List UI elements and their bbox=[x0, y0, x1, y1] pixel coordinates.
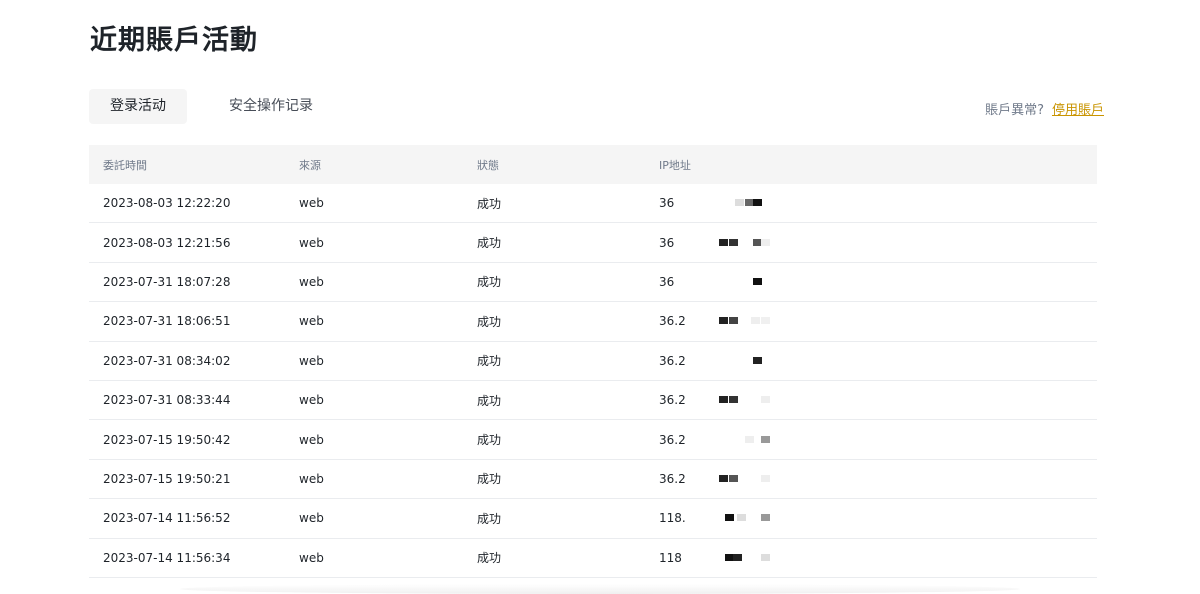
ip-value: 36.2 bbox=[659, 389, 770, 412]
ip-visible-text: 36.2 bbox=[659, 471, 686, 486]
ip-value: 36 bbox=[659, 270, 762, 293]
header-source: 來源 bbox=[299, 158, 321, 172]
ip-value: 36 bbox=[659, 192, 762, 215]
table-row: 2023-07-14 11:56:34 web 成功 118 bbox=[89, 538, 1097, 578]
row-ip: 36.2 bbox=[645, 459, 1097, 500]
ip-visible-text: 118. bbox=[659, 511, 686, 526]
ip-value: 118 bbox=[659, 546, 770, 569]
row-status: 成功 bbox=[463, 301, 645, 342]
ip-value: 118. bbox=[659, 507, 770, 530]
bottom-shadow bbox=[180, 584, 1020, 594]
row-time: 2023-08-03 12:21:56 bbox=[89, 222, 285, 263]
ip-visible-text: 36.2 bbox=[659, 393, 686, 408]
row-ip: 36 bbox=[645, 222, 1097, 263]
row-source: web bbox=[285, 301, 463, 342]
table-body: 2023-08-03 12:22:20 web 成功 36 2023-08-03 12:… bbox=[89, 184, 1097, 578]
row-status: 成功 bbox=[463, 262, 645, 303]
row-time: 2023-08-03 12:22:20 bbox=[89, 184, 285, 224]
row-ip: 118. bbox=[645, 498, 1097, 539]
row-source: web bbox=[285, 262, 463, 303]
table-row: 2023-08-03 12:21:56 web 成功 36 bbox=[89, 222, 1097, 263]
ip-value: 36.2 bbox=[659, 349, 762, 372]
header-status: 狀態 bbox=[477, 158, 499, 172]
row-source: web bbox=[285, 459, 463, 500]
header-time: 委託時間 bbox=[103, 158, 147, 172]
table-row: 2023-08-03 12:22:20 web 成功 36 bbox=[89, 184, 1097, 224]
table-row: 2023-07-31 08:34:02 web 成功 36.2 bbox=[89, 341, 1097, 381]
ip-visible-text: 118 bbox=[659, 550, 682, 565]
row-ip: 36.2 bbox=[645, 301, 1097, 342]
row-status: 成功 bbox=[463, 538, 645, 578]
ip-redaction-mask bbox=[689, 467, 770, 490]
tab-bar: 登录活动 安全操作记录 bbox=[89, 89, 313, 124]
row-time: 2023-07-31 08:33:44 bbox=[89, 380, 285, 421]
row-source: web bbox=[285, 184, 463, 224]
row-status: 成功 bbox=[463, 498, 645, 539]
ip-redaction-mask bbox=[689, 310, 770, 333]
table-row: 2023-07-31 18:07:28 web 成功 36 bbox=[89, 262, 1097, 303]
table-row: 2023-07-15 19:50:21 web 成功 36.2 bbox=[89, 459, 1097, 500]
row-source: web bbox=[285, 380, 463, 421]
ip-redaction-mask bbox=[689, 507, 770, 530]
row-ip: 36.2 bbox=[645, 341, 1097, 381]
table-header-row: 委託時間 來源 狀態 IP地址 bbox=[89, 145, 1097, 184]
table-row: 2023-07-31 18:06:51 web 成功 36.2 bbox=[89, 301, 1097, 342]
ip-redaction-mask bbox=[689, 231, 770, 254]
row-ip: 36.2 bbox=[645, 380, 1097, 421]
ip-value: 36.2 bbox=[659, 310, 770, 333]
row-status: 成功 bbox=[463, 184, 645, 224]
ip-value: 36.2 bbox=[659, 467, 770, 490]
ip-visible-text: 36.2 bbox=[659, 353, 686, 368]
table-row: 2023-07-15 19:50:42 web 成功 36.2 bbox=[89, 419, 1097, 460]
row-ip: 118 bbox=[645, 538, 1097, 578]
row-time: 2023-07-31 18:07:28 bbox=[89, 262, 285, 303]
activity-table: 委託時間 來源 狀態 IP地址 2023-08-03 12:22:20 web 成功… bbox=[89, 145, 1097, 578]
row-time: 2023-07-14 11:56:34 bbox=[89, 538, 285, 578]
row-source: web bbox=[285, 498, 463, 539]
row-source: web bbox=[285, 341, 463, 381]
table-row: 2023-07-14 11:56:52 web 成功 118. bbox=[89, 498, 1097, 539]
table-row: 2023-07-31 08:33:44 web 成功 36.2 bbox=[89, 380, 1097, 421]
row-ip: 36.2 bbox=[645, 419, 1097, 460]
ip-redaction-mask bbox=[689, 546, 770, 569]
row-ip: 36 bbox=[645, 262, 1097, 303]
ip-visible-text: 36.2 bbox=[659, 314, 686, 329]
ip-visible-text: 36 bbox=[659, 274, 675, 289]
row-time: 2023-07-14 11:56:52 bbox=[89, 498, 285, 539]
row-status: 成功 bbox=[463, 419, 645, 460]
row-status: 成功 bbox=[463, 380, 645, 421]
row-time: 2023-07-15 19:50:21 bbox=[89, 459, 285, 500]
ip-redaction-mask bbox=[689, 192, 762, 215]
anomaly-prompt: 賬戶異常? bbox=[985, 103, 1044, 118]
row-status: 成功 bbox=[463, 222, 645, 263]
row-time: 2023-07-31 08:34:02 bbox=[89, 341, 285, 381]
ip-redaction-mask bbox=[689, 349, 762, 372]
account-anomaly: 賬戶異常? 停用賬戶 bbox=[985, 99, 1104, 118]
header-ip: IP地址 bbox=[659, 158, 691, 172]
ip-visible-text: 36.2 bbox=[659, 432, 686, 447]
row-source: web bbox=[285, 538, 463, 578]
row-source: web bbox=[285, 222, 463, 263]
page-title: 近期賬戶活動 bbox=[90, 25, 258, 56]
row-time: 2023-07-31 18:06:51 bbox=[89, 301, 285, 342]
ip-value: 36 bbox=[659, 231, 770, 254]
row-status: 成功 bbox=[463, 341, 645, 381]
ip-redaction-mask bbox=[689, 389, 770, 412]
row-time: 2023-07-15 19:50:42 bbox=[89, 419, 285, 460]
row-ip: 36 bbox=[645, 184, 1097, 224]
ip-visible-text: 36 bbox=[659, 196, 675, 211]
row-source: web bbox=[285, 419, 463, 460]
ip-redaction-mask bbox=[689, 270, 762, 293]
ip-redaction-mask bbox=[689, 428, 770, 451]
disable-account-link[interactable]: 停用賬戶 bbox=[1052, 103, 1104, 118]
tab-login-activity[interactable]: 登录活动 bbox=[89, 89, 187, 124]
ip-visible-text: 36 bbox=[659, 235, 675, 250]
row-status: 成功 bbox=[463, 459, 645, 500]
ip-value: 36.2 bbox=[659, 428, 770, 451]
tab-security-operations[interactable]: 安全操作记录 bbox=[229, 89, 313, 124]
